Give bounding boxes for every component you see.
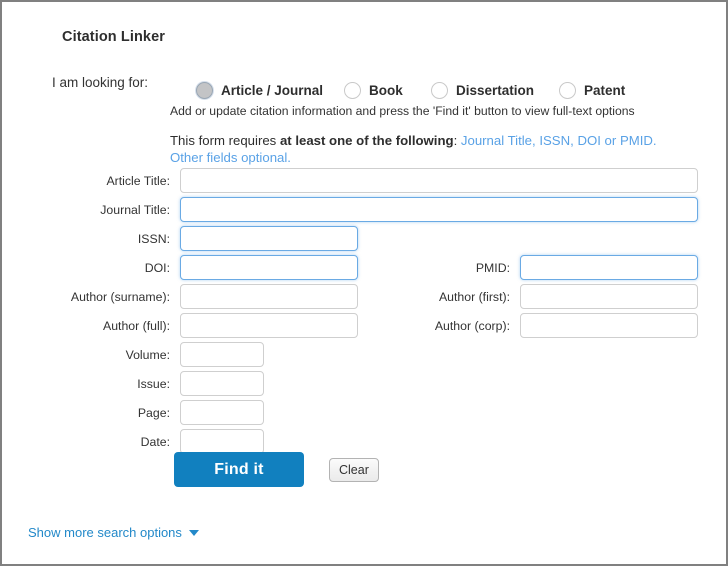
radio-option-patent[interactable]: Patent: [559, 82, 625, 99]
form-field-doi: DOI:: [60, 255, 358, 280]
field-input[interactable]: [180, 400, 264, 425]
radio-option-label: Book: [369, 83, 403, 98]
form-row: Page:: [2, 400, 726, 429]
field-input[interactable]: [180, 284, 358, 309]
radio-dot-icon[interactable]: [196, 82, 213, 99]
field-input[interactable]: [180, 342, 264, 367]
form-row: Volume:: [2, 342, 726, 371]
field-input[interactable]: [520, 313, 698, 338]
resource-type-selector: I am looking for: Article / Journal Book D…: [52, 71, 625, 99]
field-label: ISSN:: [137, 231, 170, 246]
field-label: DOI:: [144, 260, 170, 275]
form-field-author-corp: Author (corp):: [400, 313, 698, 338]
field-label: Article Title:: [106, 173, 170, 188]
field-input[interactable]: [180, 197, 698, 222]
form-row: DOI: PMID:: [2, 255, 726, 284]
show-more-label: Show more search options: [28, 525, 182, 540]
form-field-issn: ISSN:: [60, 226, 358, 251]
field-label: Author (full):: [103, 318, 170, 333]
form-row: Article Title:: [2, 168, 726, 197]
requires-prefix: This form requires: [170, 133, 280, 148]
radio-option-label: Article / Journal: [221, 83, 324, 98]
citation-linker-window: Citation Linker I am looking for: Articl…: [0, 0, 728, 566]
form-field-pmid: PMID:: [400, 255, 698, 280]
field-input[interactable]: [180, 429, 264, 454]
resource-type-prompt: I am looking for:: [52, 74, 149, 90]
field-label: Author (surname):: [70, 289, 170, 304]
field-input[interactable]: [520, 284, 698, 309]
radio-dot-icon[interactable]: [431, 82, 448, 99]
page-title: Citation Linker: [62, 29, 166, 45]
form-field-author-full: Author (full):: [60, 313, 358, 338]
form-field-volume: Volume:: [60, 342, 264, 367]
field-label: Issue:: [137, 376, 170, 391]
field-label: Date:: [140, 434, 170, 449]
form-actions: Find it Clear: [174, 452, 379, 487]
instructions-requires: This form requires at least one of the f…: [170, 132, 674, 166]
radio-option-book[interactable]: Book: [344, 82, 403, 99]
field-label: Author (corp):: [434, 318, 510, 333]
field-label: Volume:: [125, 347, 170, 362]
form-row: Author (full): Author (corp):: [2, 313, 726, 342]
form-row: Author (surname): Author (first):: [2, 284, 726, 313]
instructions-hint: Add or update citation information and p…: [170, 104, 635, 118]
form-field-author-surname: Author (surname):: [60, 284, 358, 309]
requires-bold: at least one of the following: [279, 133, 454, 148]
form-field-issue: Issue:: [60, 371, 264, 396]
field-input[interactable]: [180, 168, 698, 193]
form-field-article-title: Article Title:: [60, 168, 698, 193]
field-label: Page:: [137, 405, 170, 420]
radio-option-dissertation[interactable]: Dissertation: [431, 82, 534, 99]
field-input[interactable]: [180, 226, 358, 251]
field-input[interactable]: [180, 371, 264, 396]
field-label: Author (first):: [438, 289, 510, 304]
field-input[interactable]: [180, 255, 358, 280]
requires-colon: :: [453, 133, 461, 148]
field-input[interactable]: [180, 313, 358, 338]
form-row: Issue:: [2, 371, 726, 400]
chevron-down-icon: [188, 529, 199, 536]
field-label: PMID:: [475, 260, 510, 275]
field-label: Journal Title:: [100, 202, 170, 217]
form-field-author-first: Author (first):: [400, 284, 698, 309]
show-more-search-options-link[interactable]: Show more search options: [28, 525, 199, 540]
radio-option-label: Patent: [584, 83, 626, 98]
radio-option-article-journal[interactable]: Article / Journal: [196, 82, 323, 99]
form-row: Journal Title:: [2, 197, 726, 226]
radio-dot-icon[interactable]: [559, 82, 576, 99]
form-field-page: Page:: [60, 400, 264, 425]
find-it-button[interactable]: Find it: [174, 452, 304, 487]
field-input[interactable]: [520, 255, 698, 280]
form-row: ISSN:: [2, 226, 726, 255]
clear-button[interactable]: Clear: [329, 457, 379, 482]
form-field-journal-title: Journal Title:: [60, 197, 698, 222]
form-field-date: Date:: [60, 429, 264, 454]
radio-option-label: Dissertation: [456, 83, 535, 98]
citation-form: Article Title: Journal Title: ISSN: DOI: PMI…: [2, 168, 726, 458]
radio-dot-icon[interactable]: [344, 82, 361, 99]
